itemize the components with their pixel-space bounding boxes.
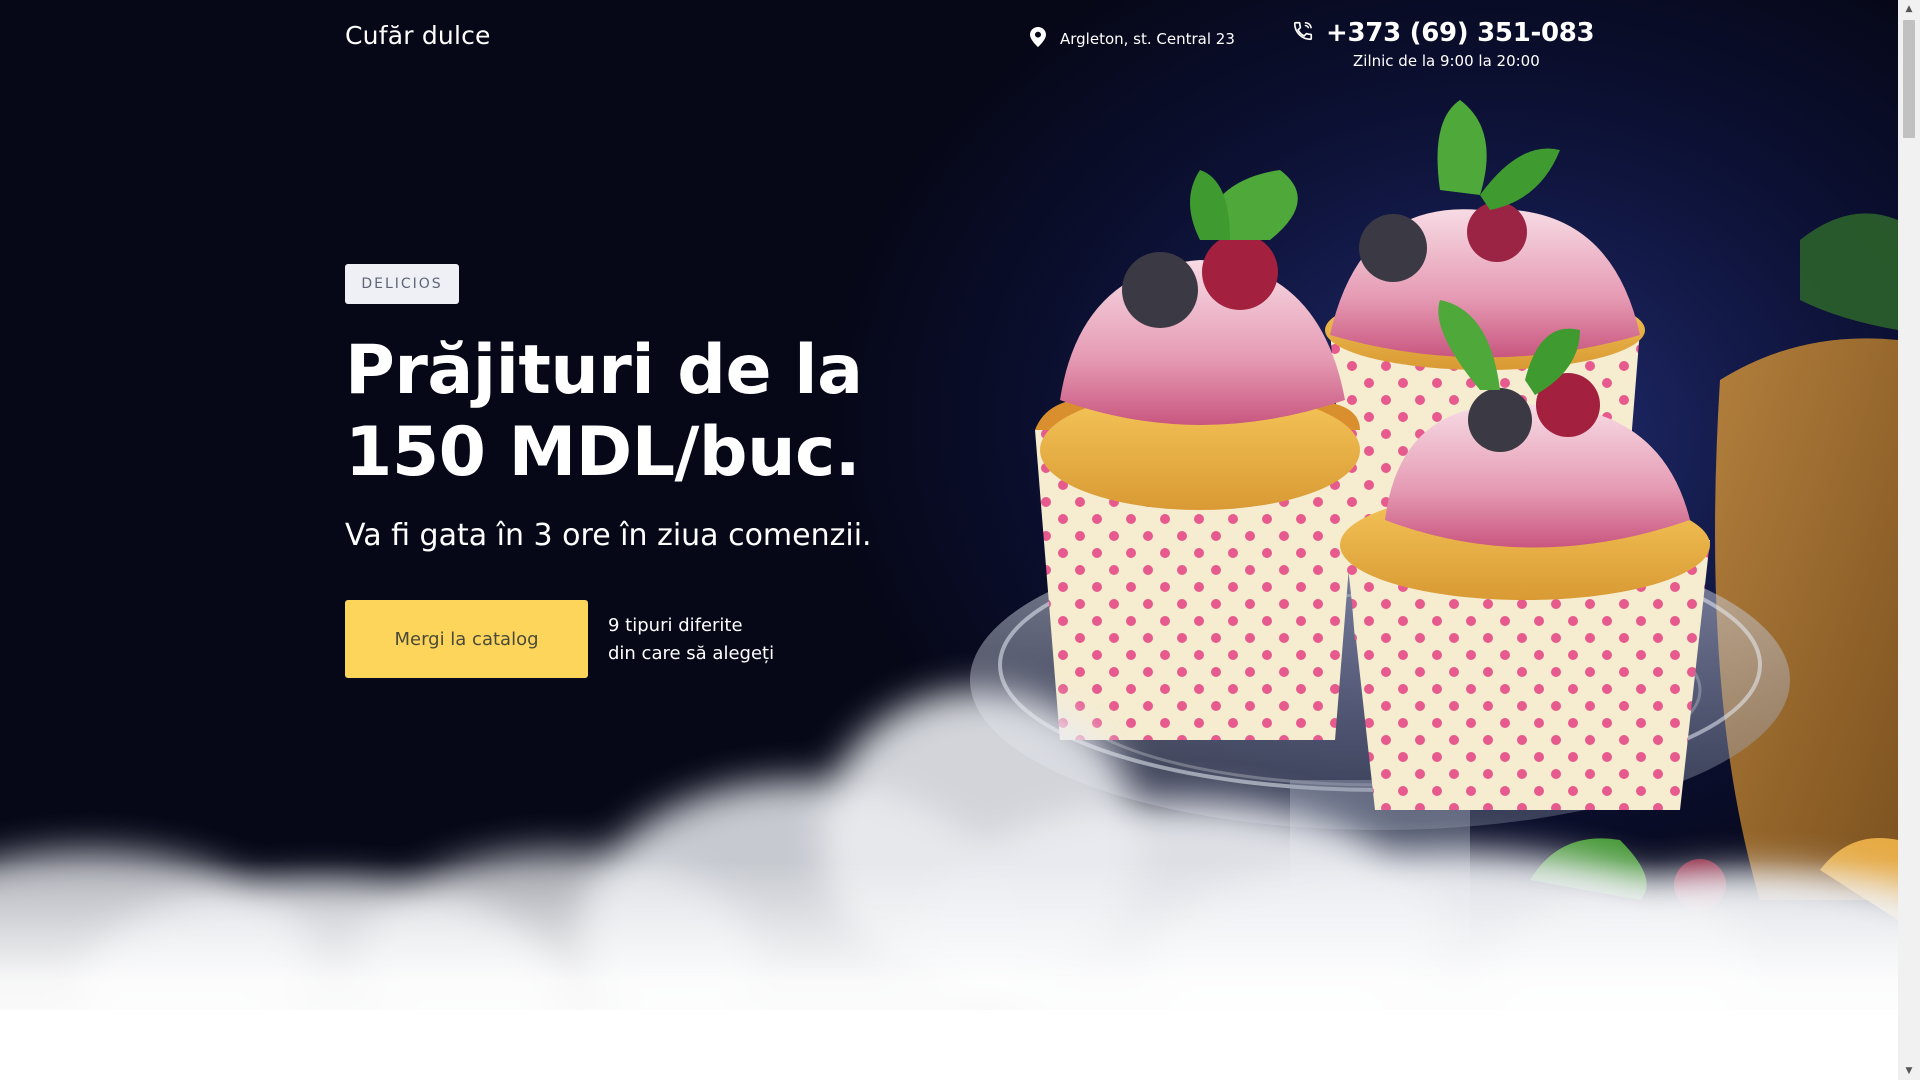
hero-badge: DELICIOS	[345, 264, 459, 304]
catalog-button[interactable]: Mergi la catalog	[345, 600, 588, 678]
scrollbar-thumb[interactable]	[1903, 20, 1915, 138]
phone-number-link[interactable]: +373 (69) 351-083	[1326, 18, 1595, 48]
variety-note-line2: din care să alegeți	[608, 643, 775, 664]
working-hours: Zilnic de la 9:00 la 20:00	[1353, 52, 1540, 70]
phone-block: +373 (69) 351-083 Zilnic de la 9:00 la 2…	[1292, 18, 1595, 70]
landing-page: Cufăr dulce Argleton, st. Central 23 +37…	[0, 0, 1920, 1080]
vertical-scrollbar[interactable]: ▲ ▼	[1898, 0, 1920, 1080]
map-pin-icon	[1030, 27, 1046, 51]
variety-note: 9 tipuri diferite din care să alegeți	[608, 612, 774, 668]
cupcakes-illustration	[960, 40, 1898, 940]
site-logo[interactable]: Cufăr dulce	[345, 21, 491, 50]
site-header: Cufăr dulce Argleton, st. Central 23 +37…	[0, 0, 1898, 90]
variety-note-line1: 9 tipuri diferite	[608, 615, 743, 636]
address-block: Argleton, st. Central 23	[1030, 27, 1235, 51]
hero-subtitle: Va fi gata în 3 ore în ziua comenzii.	[345, 518, 872, 553]
hero-title: Prăjituri de la 150 MDL/buc.	[345, 331, 863, 492]
scroll-up-arrow-icon[interactable]: ▲	[1898, 0, 1920, 18]
phone-icon	[1292, 20, 1314, 46]
scroll-down-arrow-icon[interactable]: ▼	[1898, 1062, 1920, 1080]
address-text: Argleton, st. Central 23	[1060, 30, 1235, 48]
